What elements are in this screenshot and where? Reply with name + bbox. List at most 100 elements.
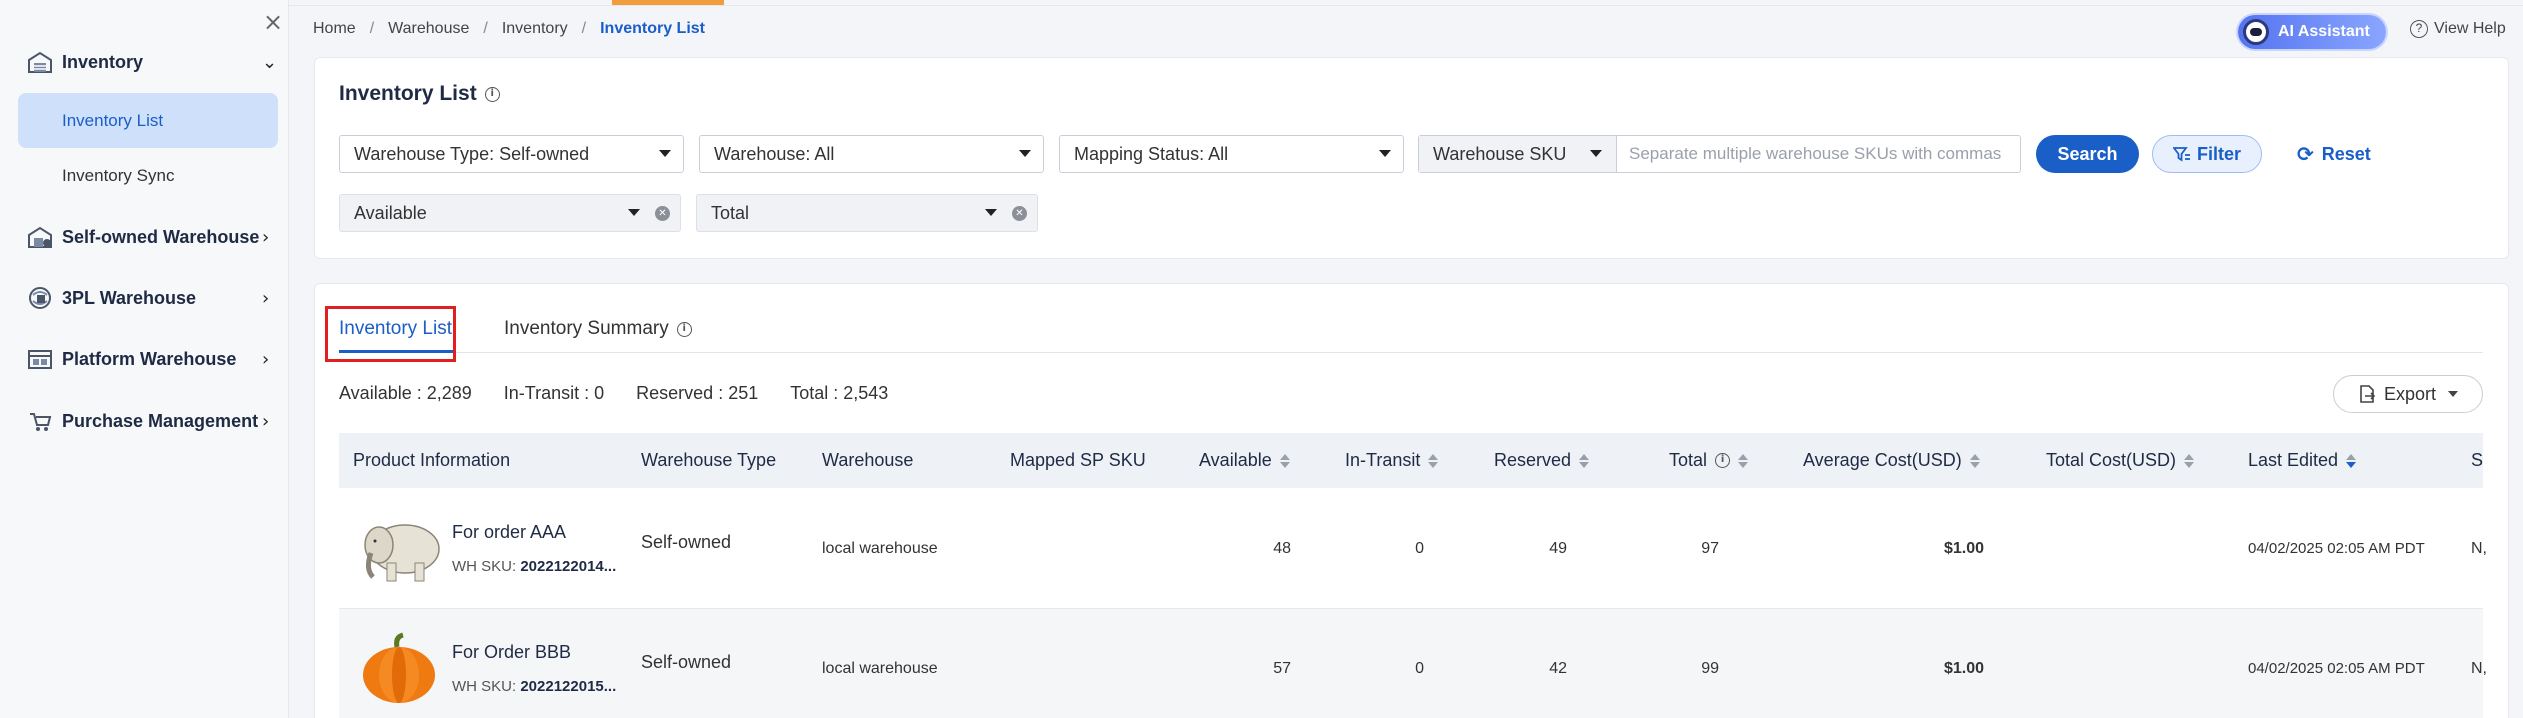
tab-label: Inventory Summary [504, 318, 669, 339]
column-header-reserved[interactable]: Reserved [1494, 433, 1590, 488]
filter-icon [2172, 147, 2190, 162]
page-title-text: Inventory List [339, 82, 477, 105]
reset-label: Reset [2321, 143, 2371, 164]
platform-warehouse-icon [28, 350, 52, 369]
clear-icon[interactable]: ✕ [655, 206, 670, 221]
sidebar-group-label: Inventory [62, 51, 144, 72]
chevron-right-icon: › [262, 410, 270, 432]
warehouse-type-select[interactable]: Warehouse Type: Self-owned [339, 135, 684, 173]
breadcrumb-warehouse[interactable]: Warehouse [388, 20, 469, 38]
sidebar-group-3pl-warehouse[interactable]: 3PL Warehouse › [0, 278, 289, 318]
sidebar-group-purchase-management[interactable]: Purchase Management › [0, 401, 289, 441]
cell-average-cost: $1.00 [1943, 660, 1984, 677]
product-name[interactable]: For order AAA [452, 522, 566, 543]
cell-reserved: 49 [1549, 540, 1567, 557]
caret-down-icon [628, 209, 640, 216]
cell-last-edited: 04/02/2025 02:05 AM PDT [2248, 540, 2425, 557]
sort-icon[interactable] [1738, 453, 1749, 468]
sidebar-group-platform-warehouse[interactable]: Platform Warehouse › [0, 339, 289, 379]
view-help-label: View Help [2434, 20, 2506, 37]
sort-icon[interactable] [2346, 453, 2357, 468]
sku-search-input[interactable] [1629, 136, 2014, 172]
cell-average-cost: $1.00 [1943, 540, 1984, 557]
reset-button[interactable]: ⟳ Reset [2297, 135, 2371, 173]
cell-warehouse: local warehouse [822, 540, 938, 557]
export-icon [2360, 385, 2376, 403]
available-value: Available [354, 202, 427, 223]
caret-down-icon [1590, 150, 1602, 157]
top-divider [0, 5, 2523, 6]
search-button[interactable]: Search [2036, 135, 2139, 173]
available-select[interactable]: Available ✕ [339, 194, 681, 232]
column-header-last-edited[interactable]: Last Edited [2248, 433, 2357, 488]
sku-type-value: Warehouse SKU [1433, 143, 1567, 164]
tab-inventory-summary[interactable]: Inventory Summary i [504, 318, 692, 340]
column-header-product: Product Information [353, 450, 511, 470]
summary-reserved: Reserved : 251 [636, 383, 759, 403]
summary-total: Total : 2,543 [790, 383, 889, 403]
info-icon[interactable]: i [484, 86, 500, 102]
column-header-average-cost[interactable]: Average Cost(USD) [1803, 433, 1980, 488]
ai-assistant-label: AI Assistant [2278, 23, 2370, 40]
caret-down-icon [659, 150, 671, 157]
highlight-box [325, 306, 456, 362]
cell-total: 97 [1701, 540, 1719, 557]
clear-icon[interactable]: ✕ [1012, 206, 1027, 221]
breadcrumb-inventory[interactable]: Inventory [502, 20, 568, 38]
caret-down-icon [1379, 150, 1391, 157]
mapping-status-select[interactable]: Mapping Status: All [1059, 135, 1404, 173]
product-image-elephant [353, 511, 445, 586]
sidebar-item-inventory-sync[interactable]: Inventory Sync [18, 148, 278, 203]
sort-icon[interactable] [1428, 453, 1439, 468]
warehouse-type-value: Warehouse Type: Self-owned [354, 143, 590, 164]
column-header-available[interactable]: Available [1199, 433, 1290, 488]
purchase-icon [30, 413, 52, 431]
breadcrumb-home[interactable]: Home [313, 20, 356, 38]
info-icon[interactable]: i [1715, 453, 1731, 468]
page-title: Inventory List i [339, 82, 500, 106]
sort-icon[interactable] [1279, 453, 1290, 468]
sku-type-select[interactable]: Warehouse SKU [1419, 136, 1617, 172]
ai-assistant-button[interactable]: AI Assistant [2238, 15, 2386, 49]
sidebar-item-inventory-list[interactable]: Inventory List [18, 93, 278, 148]
close-icon[interactable]: × [262, 10, 284, 34]
table-row[interactable]: For Order BBB WH SKU: 2022122015... Self… [339, 609, 2487, 718]
table-row[interactable]: For order AAA WH SKU: 2022122014... Self… [339, 489, 2487, 609]
info-icon[interactable]: i [676, 321, 692, 337]
product-image-pumpkin [353, 631, 445, 706]
tab-divider [339, 352, 2483, 353]
column-header-total[interactable]: Total i [1669, 433, 1749, 488]
column-header-in-transit[interactable]: In-Transit [1345, 433, 1439, 488]
cell-warehouse-type: Self-owned [641, 532, 732, 552]
column-header-warehouse: Warehouse [822, 450, 914, 470]
product-name[interactable]: For Order BBB [452, 642, 571, 663]
total-select[interactable]: Total ✕ [696, 194, 1038, 232]
chevron-right-icon: › [262, 287, 270, 309]
export-button[interactable]: Export [2333, 375, 2483, 413]
filter-button[interactable]: Filter [2152, 135, 2262, 173]
sort-icon[interactable] [2184, 453, 2195, 468]
mapping-status-value: Mapping Status: All [1074, 143, 1229, 164]
warehouse-select[interactable]: Warehouse: All [699, 135, 1044, 173]
sidebar-group-self-owned-warehouse[interactable]: Self-owned Warehouse › [0, 217, 289, 257]
caret-down-icon [985, 209, 997, 216]
table-header: Product Information Warehouse Type Wareh… [339, 433, 2483, 488]
cell-s: N, [2471, 540, 2487, 557]
breadcrumb-separator: / [581, 20, 587, 37]
cell-available: 57 [1273, 660, 1291, 677]
column-header-mapped-sku: Mapped SP SKU [1010, 450, 1146, 470]
chevron-right-icon: › [262, 226, 270, 248]
column-header-total-cost[interactable]: Total Cost(USD) [2046, 433, 2195, 488]
cell-in-transit: 0 [1415, 660, 1424, 677]
sort-icon[interactable] [1579, 453, 1590, 468]
sort-icon[interactable] [1969, 453, 1980, 468]
breadcrumb: Home / Warehouse / Inventory / Inventory… [313, 20, 705, 38]
cell-available: 48 [1273, 540, 1291, 557]
3pl-warehouse-icon [29, 287, 51, 309]
sidebar-group-inventory[interactable]: Inventory ⌄ [0, 42, 289, 82]
cell-warehouse-type: Self-owned [641, 652, 732, 672]
sidebar-group-label: Purchase Management [62, 410, 259, 431]
view-help-link[interactable]: ? View Help [2410, 20, 2506, 38]
column-header-warehouse-type: Warehouse Type [641, 450, 777, 470]
cell-last-edited: 04/02/2025 02:05 AM PDT [2248, 660, 2425, 677]
